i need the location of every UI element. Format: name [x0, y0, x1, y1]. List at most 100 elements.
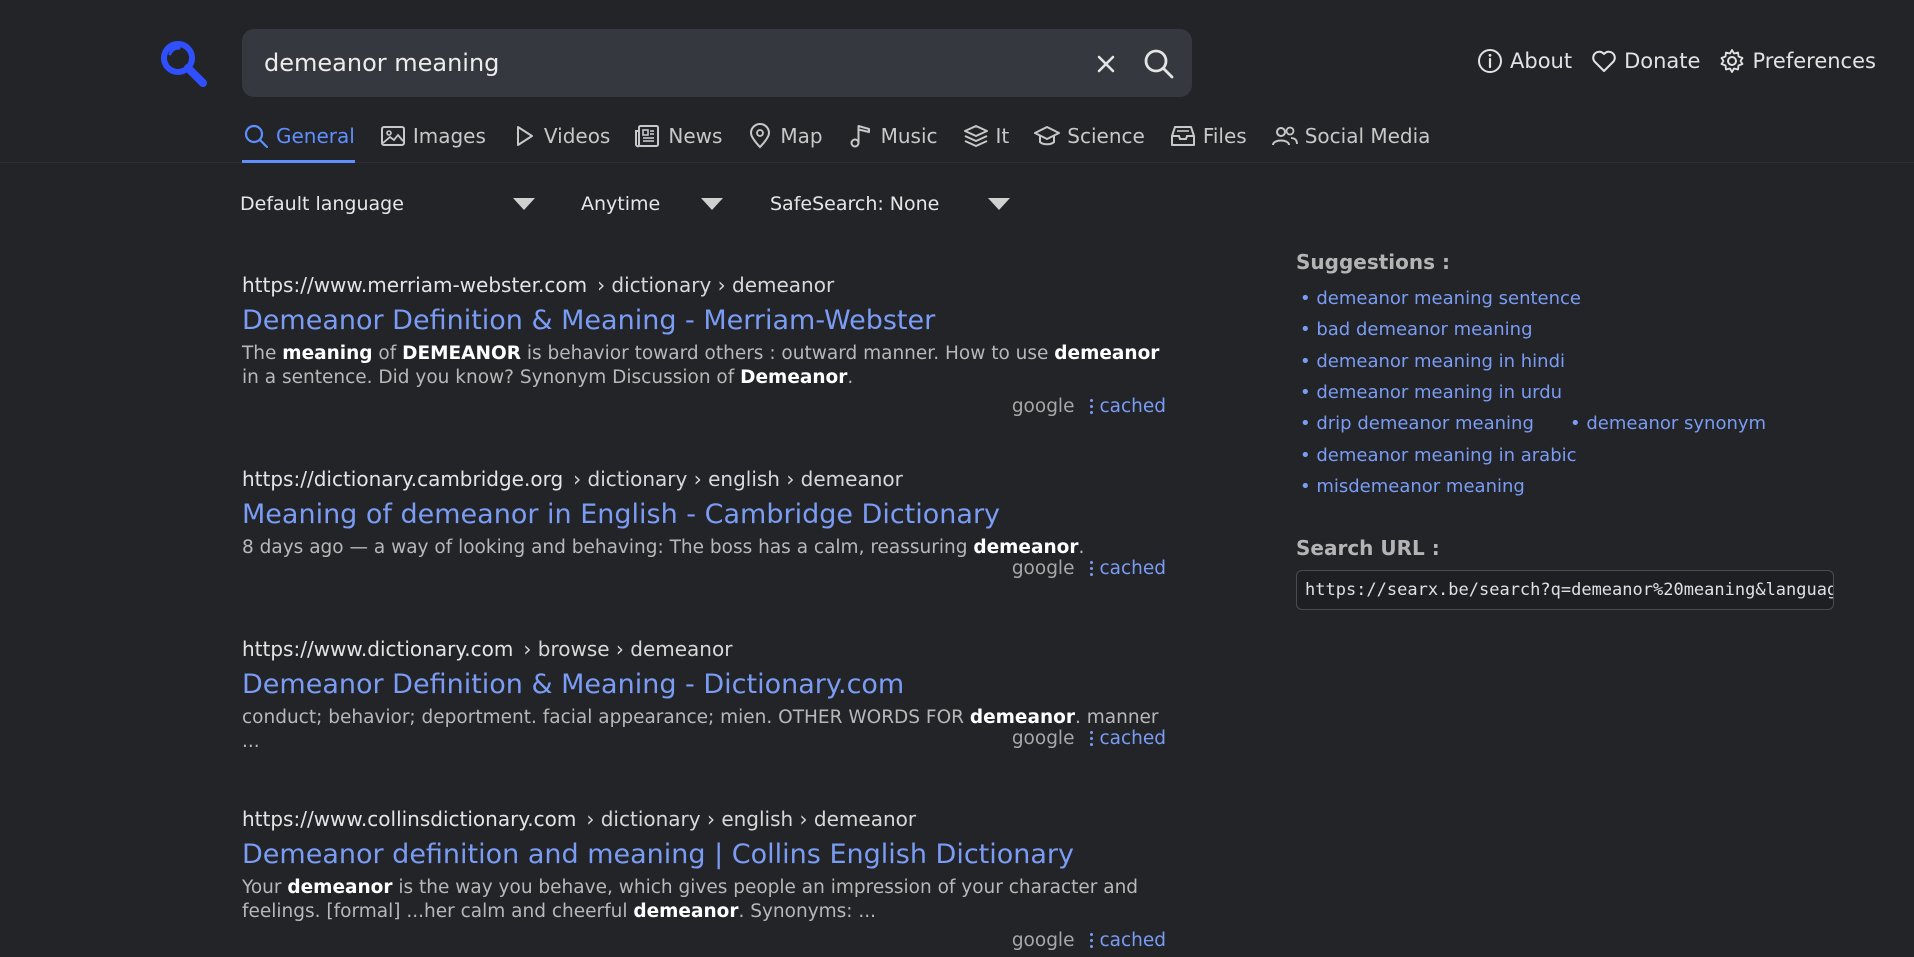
result-title-link[interactable]: Demeanor definition and meaning | Collin…	[242, 834, 1074, 876]
result-item: https://dictionary.cambridge.org › dictio…	[242, 464, 1172, 634]
cached-label: cached	[1099, 930, 1166, 951]
dots-vertical-icon	[1090, 933, 1094, 948]
suggestion-link[interactable]: • misdemeanor meaning	[1300, 476, 1525, 497]
result-url[interactable]: https://www.collinsdictionary.com › dicti…	[242, 804, 1172, 834]
tab-label: Files	[1202, 124, 1247, 148]
searx-logo-icon[interactable]	[158, 38, 208, 88]
result-snippet: Your demeanor is the way you behave, whi…	[242, 876, 1172, 924]
cached-link[interactable]: cached	[1090, 930, 1166, 951]
chevron-down-icon	[701, 198, 723, 210]
snippet-text: Your	[242, 877, 288, 898]
result-title-link[interactable]: Demeanor Definition & Meaning - Merriam-…	[242, 300, 935, 342]
suggestion-link[interactable]: • demeanor meaning in arabic	[1300, 445, 1577, 466]
result-snippet: 8 days ago — a way of looking and behavi…	[242, 536, 1172, 560]
result-domain: https://www.dictionary.com	[242, 637, 514, 661]
time-range-select-value: Anytime	[581, 193, 661, 215]
snippet-text: in a sentence. Did you know? Synonym Dis…	[242, 367, 741, 388]
result-url[interactable]: https://dictionary.cambridge.org › dictio…	[242, 464, 1172, 494]
result-meta: google cached	[1012, 396, 1166, 417]
tab-science[interactable]: Science	[1033, 120, 1145, 163]
suggestion-link[interactable]: • demeanor meaning sentence	[1300, 288, 1581, 309]
result-breadcrumb: › dictionary › demeanor	[597, 273, 835, 297]
result-breadcrumb: › dictionary › english › demeanor	[573, 467, 903, 491]
suggestion-link[interactable]: • demeanor synonym	[1570, 413, 1766, 434]
tab-map[interactable]: Map	[746, 120, 823, 163]
result-url[interactable]: https://www.merriam-webster.com › diction…	[242, 270, 1172, 300]
search-filters: Default language Anytime SafeSearch: Non…	[240, 187, 1010, 221]
music-icon	[850, 125, 870, 148]
result-title-link[interactable]: Meaning of demeanor in English - Cambrid…	[242, 494, 1000, 536]
result-domain: https://www.merriam-webster.com	[242, 273, 588, 297]
language-select[interactable]: Default language	[240, 187, 535, 221]
preferences-link[interactable]: Preferences	[1718, 47, 1876, 75]
result-meta: google cached	[1012, 930, 1166, 951]
snippet-text: .	[1078, 537, 1085, 558]
tab-music[interactable]: Music	[847, 120, 938, 163]
tab-social-media[interactable]: Social Media	[1271, 120, 1431, 163]
tab-general[interactable]: General	[242, 120, 355, 163]
sidebar: Suggestions : • demeanor meaning sentenc…	[1296, 250, 1836, 610]
layers-icon	[963, 125, 988, 147]
result-url[interactable]: https://www.dictionary.com › browse › dem…	[242, 634, 1172, 664]
preferences-label: Preferences	[1752, 49, 1876, 73]
result-domain: https://www.collinsdictionary.com	[242, 807, 577, 831]
tab-label: Social Media	[1304, 124, 1431, 148]
tab-news[interactable]: News	[634, 120, 722, 163]
suggestion-link[interactable]: • demeanor meaning in urdu	[1300, 382, 1562, 403]
tab-images[interactable]: Images	[379, 120, 486, 163]
cached-link[interactable]: cached	[1090, 558, 1166, 579]
clear-search-button[interactable]	[1090, 48, 1122, 80]
archive-icon	[1170, 126, 1195, 146]
suggestion-link[interactable]: • drip demeanor meaning	[1300, 413, 1534, 434]
result-engine: google	[1011, 728, 1075, 749]
result-engine: google	[1011, 558, 1075, 579]
about-link[interactable]: About	[1476, 47, 1572, 75]
search-url-field[interactable]: https://searx.be/search?q=demeanor%20mea…	[1296, 570, 1834, 610]
language-select-value: Default language	[240, 193, 404, 215]
header: About Donate Preferences General Images …	[0, 0, 1914, 163]
suggestions-heading: Suggestions :	[1296, 250, 1451, 274]
result-title-link[interactable]: Demeanor Definition & Meaning - Dictiona…	[242, 664, 904, 706]
chevron-down-icon	[988, 198, 1010, 210]
users-icon	[1271, 126, 1298, 146]
heart-icon	[1592, 50, 1616, 72]
cached-link[interactable]: cached	[1090, 396, 1166, 417]
cached-label: cached	[1099, 396, 1166, 417]
safesearch-select[interactable]: SafeSearch: None	[770, 187, 1010, 221]
tab-files[interactable]: Files	[1169, 120, 1247, 163]
suggestion-link[interactable]: • bad demeanor meaning	[1300, 319, 1533, 340]
results-list: https://www.merriam-webster.com › diction…	[242, 270, 1172, 954]
tab-videos[interactable]: Videos	[510, 120, 610, 163]
dots-vertical-icon	[1090, 731, 1094, 746]
snippet-highlight: demeanor	[1054, 343, 1160, 364]
map-pin-icon	[750, 123, 771, 149]
snippet-highlight: meaning	[282, 343, 373, 364]
tab-label: Science	[1067, 124, 1145, 148]
info-icon	[1478, 49, 1502, 73]
donate-label: Donate	[1624, 49, 1701, 73]
snippet-highlight: demeanor	[969, 707, 1075, 728]
donate-link[interactable]: Donate	[1590, 47, 1700, 75]
time-range-select[interactable]: Anytime	[581, 187, 723, 221]
graduation-cap-icon	[1034, 126, 1061, 146]
search-submit-button[interactable]	[1141, 46, 1177, 82]
snippet-highlight: demeanor	[973, 537, 1079, 558]
tab-it[interactable]: It	[962, 120, 1009, 163]
tab-label: General	[276, 124, 355, 148]
result-engine: google	[1011, 930, 1075, 951]
top-links: About Donate Preferences	[1476, 44, 1876, 78]
chevron-down-icon	[513, 198, 535, 210]
result-domain: https://dictionary.cambridge.org	[242, 467, 564, 491]
search-input[interactable]	[262, 43, 1062, 83]
suggestion-link[interactable]: • demeanor meaning in hindi	[1300, 351, 1565, 372]
snippet-text: . Synonyms: ...	[738, 901, 877, 922]
snippet-text: conduct; behavior; deportment. facial ap…	[242, 707, 970, 728]
result-item: https://www.collinsdictionary.com › dicti…	[242, 804, 1172, 954]
tab-label: Images	[412, 124, 486, 148]
gear-icon	[1721, 49, 1744, 73]
dots-vertical-icon	[1090, 399, 1094, 414]
safesearch-select-value: SafeSearch: None	[770, 193, 940, 215]
snippet-text: .	[847, 367, 854, 388]
tab-label: Music	[880, 124, 938, 148]
cached-link[interactable]: cached	[1090, 728, 1166, 749]
